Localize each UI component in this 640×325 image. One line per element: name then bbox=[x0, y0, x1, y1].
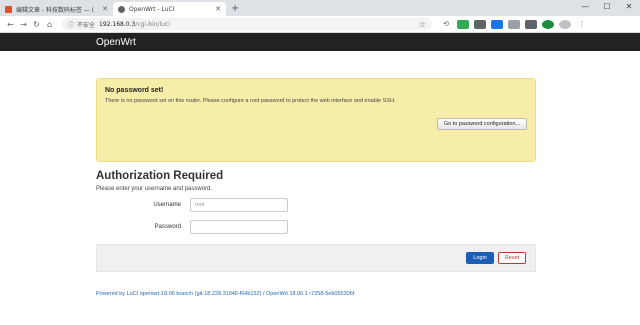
login-button[interactable]: Login bbox=[466, 252, 494, 264]
window-controls: — ☐ ✕ bbox=[574, 0, 640, 14]
browser-tab-active[interactable]: OpenWrt - LuCI ✕ bbox=[113, 2, 226, 16]
reload-icon[interactable]: ↻ bbox=[30, 20, 43, 29]
extension-icon[interactable] bbox=[474, 19, 486, 29]
username-field[interactable]: root bbox=[190, 198, 288, 212]
luci-link[interactable]: Powered by LuCI openwrt-18.06 branch (gi… bbox=[96, 291, 261, 297]
extension-icon[interactable] bbox=[508, 19, 520, 29]
browser-toolbar: ← → ↻ ⌂ ⓘ 不安全 192.168.0.3/cgi-bin/luci ☆… bbox=[0, 16, 640, 33]
alert-title: No password set! bbox=[105, 87, 164, 94]
password-field[interactable] bbox=[190, 220, 288, 234]
alert-message: There is no password set on this router.… bbox=[105, 98, 396, 104]
tab-favicon-icon bbox=[118, 5, 125, 13]
username-label: Username bbox=[153, 202, 181, 208]
reset-button[interactable]: Reset bbox=[498, 252, 526, 264]
url-path: /cgi-bin/luci bbox=[135, 20, 170, 28]
back-icon[interactable]: ← bbox=[4, 20, 17, 29]
insecure-label: 不安全 bbox=[77, 21, 96, 29]
close-tab-icon[interactable]: ✕ bbox=[102, 5, 108, 13]
menu-icon[interactable]: ⋮ bbox=[576, 20, 588, 29]
extensions-area: ⟲ ⋮ bbox=[440, 19, 593, 29]
address-bar[interactable]: ⓘ 不安全 192.168.0.3/cgi-bin/luci ☆ bbox=[62, 18, 432, 30]
forward-icon[interactable]: → bbox=[17, 20, 30, 29]
tab-title: OpenWrt - LuCI bbox=[129, 5, 175, 13]
bookmark-star-icon[interactable]: ☆ bbox=[419, 20, 426, 29]
extension-icon[interactable] bbox=[542, 19, 554, 29]
go-to-password-config-button[interactable]: Go to password configuration... bbox=[436, 118, 527, 130]
minimize-icon[interactable]: — bbox=[574, 0, 596, 14]
extension-icon[interactable] bbox=[457, 19, 469, 29]
password-label: Password bbox=[154, 224, 181, 230]
info-icon[interactable]: ⓘ bbox=[68, 20, 74, 29]
no-password-alert: No password set! There is no password se… bbox=[96, 78, 536, 162]
brand-logo[interactable]: OpenWrt bbox=[96, 37, 136, 48]
home-icon[interactable]: ⌂ bbox=[43, 20, 56, 29]
profile-avatar-icon[interactable] bbox=[559, 19, 571, 29]
history-icon[interactable]: ⟲ bbox=[440, 20, 452, 29]
maximize-icon[interactable]: ☐ bbox=[596, 0, 618, 14]
url-host: 192.168.0.3 bbox=[99, 20, 136, 28]
browser-tab[interactable]: 编辑文章 - 科技数码标签 — ( ✕ bbox=[0, 2, 113, 16]
translate-icon[interactable] bbox=[491, 19, 503, 29]
browser-tab-strip: 编辑文章 - 科技数码标签 — ( ✕ OpenWrt - LuCI ✕ + —… bbox=[0, 0, 640, 16]
page-title: Authorization Required bbox=[96, 170, 224, 182]
tab-favicon-icon bbox=[5, 5, 12, 13]
login-hint: Please enter your username and password. bbox=[96, 186, 213, 192]
openwrt-header: OpenWrt bbox=[0, 33, 640, 51]
footer: Powered by LuCI openwrt-18.06 branch (gi… bbox=[96, 291, 354, 297]
extension-icon[interactable] bbox=[525, 19, 537, 29]
openwrt-version[interactable]: OpenWrt 18.06.1 r7258-5eb055306f bbox=[266, 291, 354, 297]
new-tab-icon[interactable]: + bbox=[226, 2, 244, 16]
main-content: No password set! There is no password se… bbox=[0, 51, 640, 325]
close-window-icon[interactable]: ✕ bbox=[618, 0, 640, 14]
tab-title: 编辑文章 - 科技数码标签 — ( bbox=[16, 6, 95, 14]
close-tab-icon[interactable]: ✕ bbox=[215, 5, 221, 13]
